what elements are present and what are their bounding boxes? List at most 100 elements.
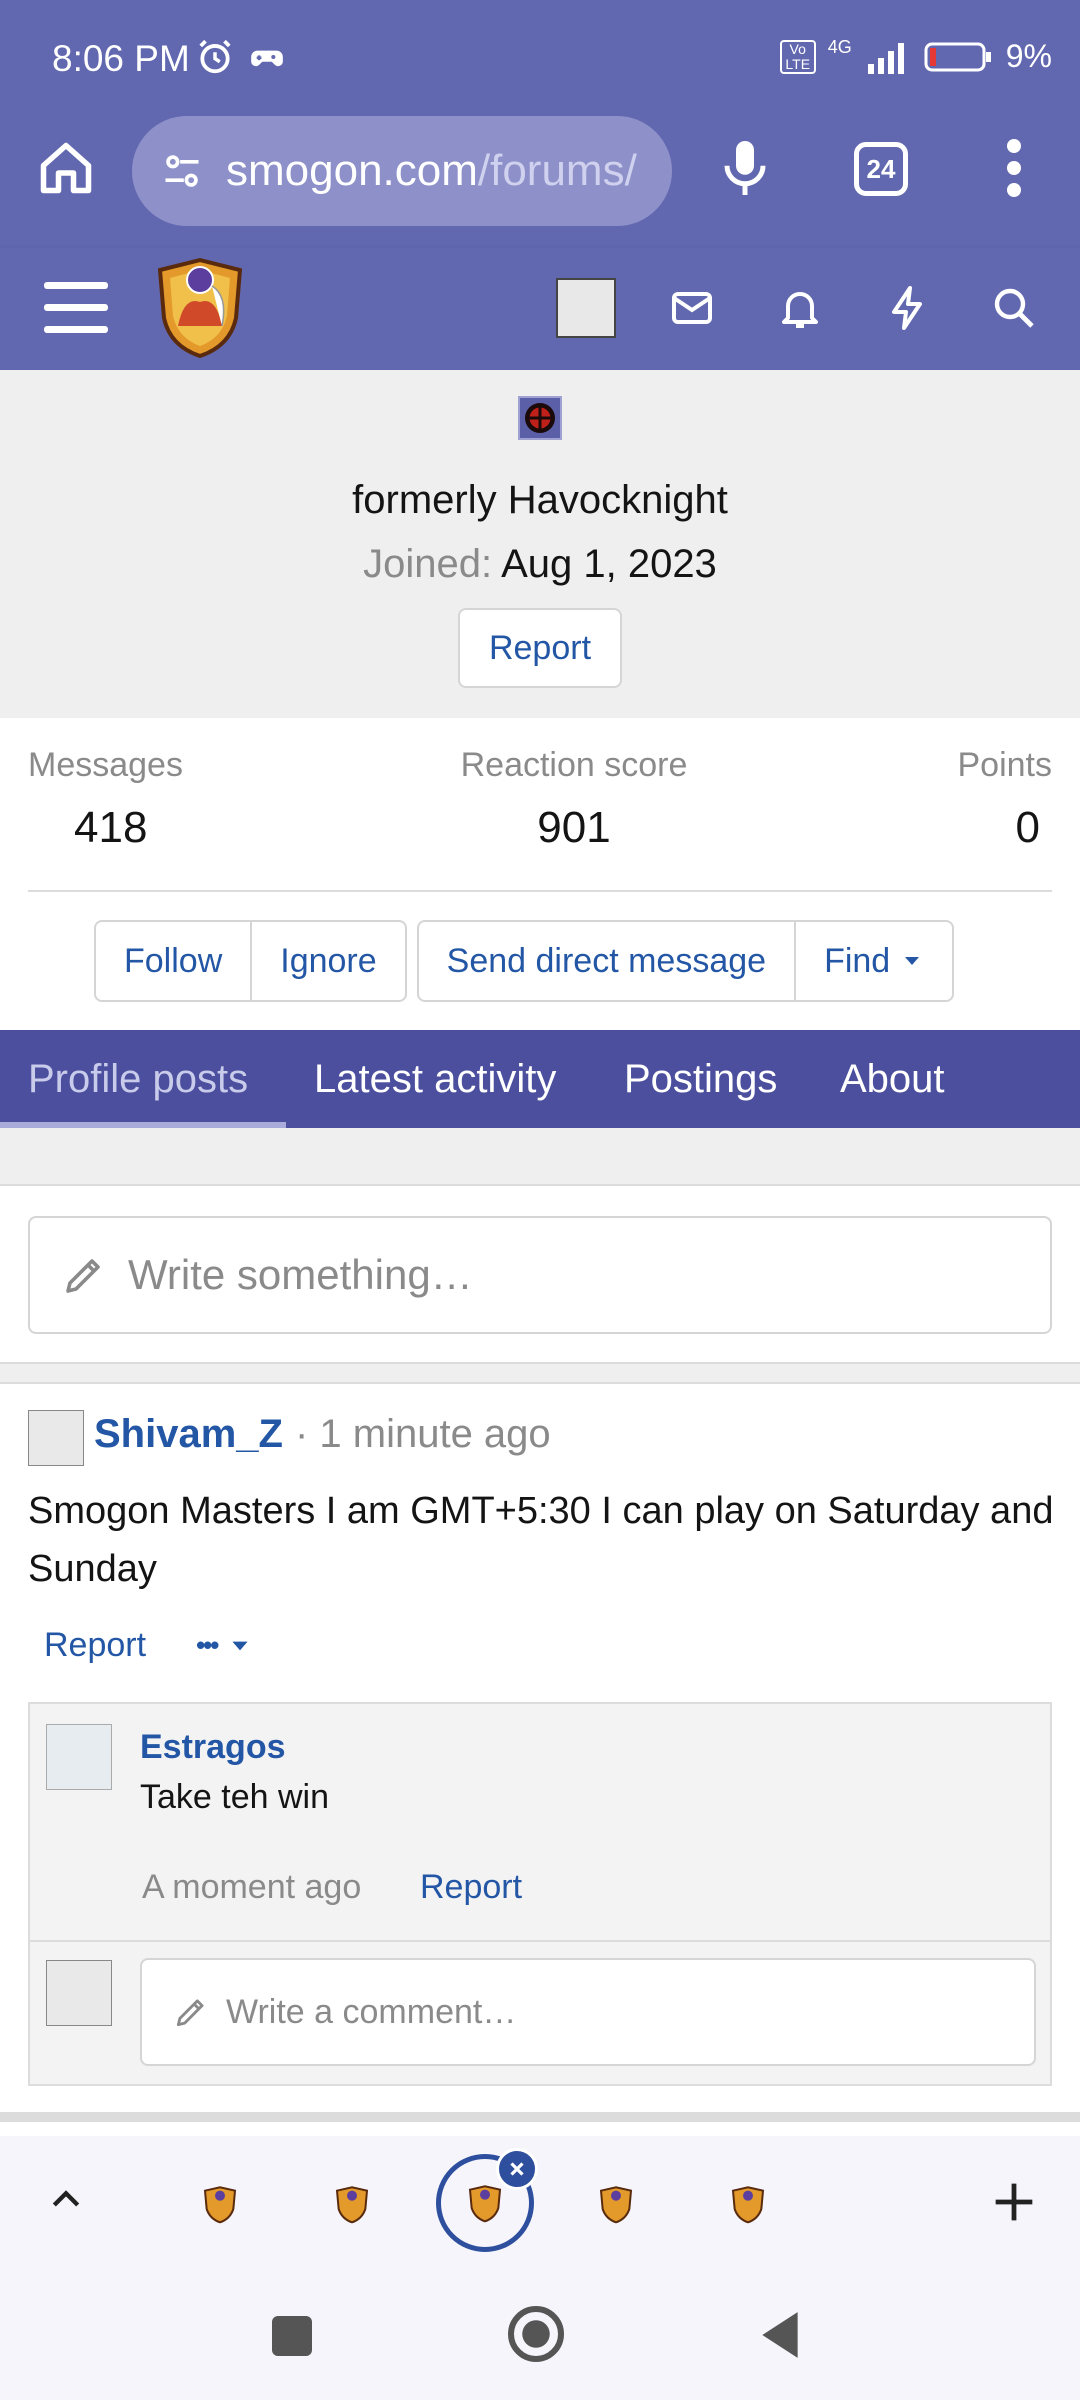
tab-favicon-icon[interactable]	[596, 2184, 636, 2224]
pencil-icon	[176, 1999, 204, 2027]
tab-favicon-icon[interactable]	[332, 2184, 372, 2224]
stat-points-value: 0	[1015, 803, 1040, 852]
ignore-button[interactable]: Ignore	[252, 922, 404, 1000]
section-gap	[0, 1362, 1080, 1384]
browser-toolbar: smogon.com/forums/ 24	[0, 112, 1080, 248]
system-navigation-bar	[0, 2264, 1080, 2400]
comment-time[interactable]: A moment ago	[142, 1868, 361, 1907]
profile-header: formerly Havocknight Joined: Aug 1, 2023…	[0, 370, 1080, 718]
avatar-emblem-icon	[525, 403, 555, 433]
post-author-avatar[interactable]	[28, 1410, 84, 1466]
comments-section: Estragos Take teh win A moment ago Repor…	[28, 1702, 1052, 2086]
divider	[28, 890, 1052, 892]
send-direct-message-button[interactable]: Send direct message	[419, 922, 797, 1000]
plus-icon[interactable]	[992, 2180, 1036, 2224]
joined-date: Joined: Aug 1, 2023	[0, 542, 1080, 587]
network-label: 4G	[827, 37, 852, 57]
tab-switcher-button[interactable]: 24	[854, 142, 908, 196]
comment-placeholder: Write a comment…	[226, 1992, 517, 2031]
section-gap	[0, 1128, 1080, 1186]
status-time: 8:06 PM	[52, 38, 190, 79]
site-header	[0, 248, 1080, 370]
post-actions: Report •••	[44, 1626, 253, 1665]
comment-text: Take teh win	[140, 1778, 329, 1816]
volte-icon: Vo LTE	[779, 39, 816, 74]
stat-points[interactable]: Points 0	[958, 746, 1053, 853]
message-find-group: Send direct message Find	[416, 920, 955, 1002]
url-domain: smogon.com	[226, 146, 478, 195]
mail-icon[interactable]	[668, 284, 716, 332]
game-controller-icon	[251, 50, 283, 67]
home-icon[interactable]	[36, 138, 96, 198]
site-settings-icon[interactable]	[160, 149, 204, 193]
tab-about[interactable]: About	[840, 1030, 945, 1128]
menu-icon[interactable]	[44, 282, 108, 334]
joined-value: Aug 1, 2023	[501, 542, 717, 586]
comment-input[interactable]: Write a comment…	[140, 1958, 1036, 2066]
post-body: Smogon Masters I am GMT+5:30 I can play …	[28, 1490, 1054, 1590]
tab-postings[interactable]: Postings	[624, 1030, 777, 1128]
recents-button[interactable]	[272, 2316, 312, 2356]
close-tab-button[interactable]	[496, 2148, 538, 2190]
divider	[0, 2112, 1080, 2122]
post-meta: Shivam_Z · 1 minute ago	[94, 1412, 551, 1457]
caret-down-icon	[232, 1641, 248, 1650]
user-avatar[interactable]	[556, 278, 616, 338]
back-triangle-icon[interactable]	[756, 2308, 806, 2362]
pencil-icon	[66, 1259, 100, 1293]
post-time[interactable]: · 1 minute ago	[295, 1412, 551, 1457]
smogon-logo[interactable]	[150, 256, 250, 360]
stat-messages[interactable]: Messages 418	[28, 746, 183, 853]
bell-icon[interactable]	[776, 284, 824, 332]
battery-icon	[924, 42, 991, 71]
stat-reaction-value: 901	[537, 803, 611, 852]
profile-post-placeholder: Write something…	[128, 1251, 473, 1298]
tab-profile-posts[interactable]: Profile posts	[28, 1030, 248, 1128]
url-path: /forums/	[477, 146, 637, 195]
current-user-avatar	[46, 1960, 112, 2026]
stat-messages-value: 418	[74, 803, 148, 852]
joined-label: Joined:	[363, 542, 493, 586]
close-icon	[510, 2162, 524, 2176]
comment-author-avatar[interactable]	[46, 1724, 112, 1790]
stat-reaction-label: Reaction score	[460, 746, 688, 784]
battery-percent: 9%	[1005, 38, 1052, 74]
stat-points-label: Points	[957, 746, 1053, 784]
caret-down-icon	[905, 957, 920, 965]
report-profile-button[interactable]: Report	[458, 608, 622, 688]
home-circle-icon[interactable]	[506, 2304, 566, 2364]
status-bar: 8:06 PM Vo LTE 4G 9%	[0, 0, 1080, 112]
more-vert-icon[interactable]	[996, 138, 1032, 198]
browser-tab-strip	[0, 2136, 1080, 2264]
comment-author[interactable]: Estragos	[140, 1728, 286, 1767]
post-more-menu[interactable]: •••	[196, 1630, 253, 1661]
comment-report-link[interactable]: Report	[420, 1868, 522, 1907]
tab-favicon-icon[interactable]	[200, 2184, 240, 2224]
profile-tagline: formerly Havocknight	[352, 478, 728, 522]
stat-reaction-score[interactable]: Reaction score 901	[450, 746, 698, 853]
profile-post-input[interactable]: Write something…	[28, 1216, 1052, 1334]
find-label: Find	[824, 941, 891, 980]
profile-actions: Follow Ignore Send direct message Find	[94, 920, 955, 1002]
tab-favicon-icon	[468, 2185, 502, 2223]
profile-stats: Messages 418 Reaction score 901 Points 0	[0, 718, 1080, 892]
tab-latest-activity[interactable]: Latest activity	[314, 1030, 556, 1128]
alarm-icon	[199, 39, 231, 74]
post-author[interactable]: Shivam_Z	[94, 1412, 283, 1457]
bolt-icon[interactable]	[884, 284, 932, 332]
search-icon[interactable]	[990, 284, 1038, 332]
microphone-icon[interactable]	[718, 136, 772, 200]
post-report-link[interactable]: Report	[44, 1626, 146, 1665]
divider	[30, 1940, 1050, 1942]
address-bar[interactable]: smogon.com/forums/	[132, 116, 672, 226]
stat-messages-label: Messages	[28, 746, 183, 784]
chevron-up-icon[interactable]	[46, 2180, 86, 2220]
more-dots-icon: •••	[196, 1630, 219, 1660]
profile-avatar	[518, 396, 562, 440]
follow-button[interactable]: Follow	[96, 922, 253, 1000]
signal-icon	[867, 42, 904, 74]
follow-ignore-group: Follow Ignore	[94, 920, 407, 1002]
find-button[interactable]: Find	[796, 922, 952, 1000]
tab-favicon-icon[interactable]	[728, 2184, 768, 2224]
profile-tabs: Profile posts Latest activity Postings A…	[0, 1030, 1080, 1128]
